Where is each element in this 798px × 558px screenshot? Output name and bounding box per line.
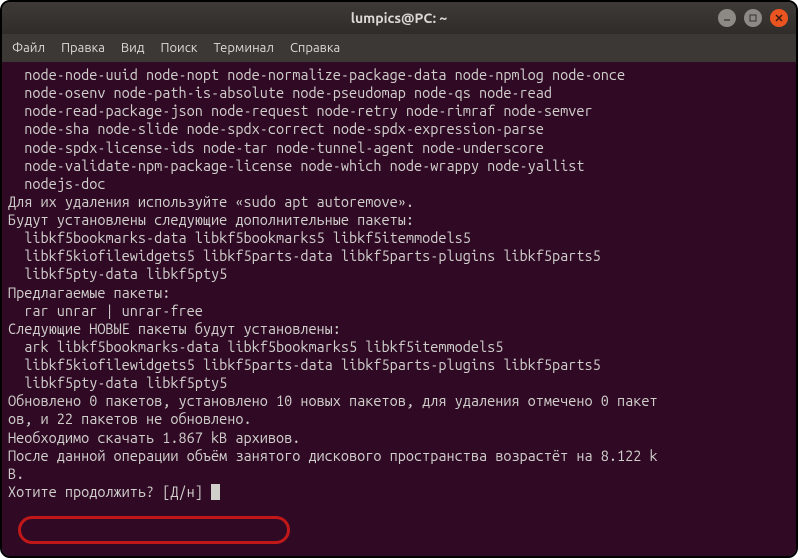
- terminal-line: node-sha node-slide node-spdx-correct no…: [8, 120, 790, 138]
- terminal-line: Обновлено 0 пакетов, установлено 10 новы…: [8, 392, 790, 410]
- terminal-line: Предлагаемые пакеты:: [8, 284, 790, 302]
- terminal-window: lumpics@PC: ~ Файл Правка Вид Поиск Терм…: [2, 2, 796, 556]
- cursor: [211, 484, 220, 500]
- close-button[interactable]: [770, 9, 788, 27]
- menu-help[interactable]: Справка: [290, 41, 340, 55]
- terminal-line: Будут установлены следующие дополнительн…: [8, 211, 790, 229]
- terminal-line: ark libkf5bookmarks-data libkf5bookmarks…: [8, 338, 790, 356]
- window-title: lumpics@PC: ~: [351, 10, 448, 26]
- terminal-output[interactable]: node-node-uuid node-nopt node-normalize-…: [2, 62, 796, 556]
- window-controls: [718, 9, 788, 27]
- maximize-icon: [748, 13, 758, 23]
- terminal-line: node-spdx-license-ids node-tar node-tunn…: [8, 139, 790, 157]
- terminal-line: После данной операции объём занятого дис…: [8, 447, 790, 465]
- minimize-icon: [722, 13, 732, 23]
- terminal-line: ов, и 22 пакетов не обновлено.: [8, 410, 790, 428]
- terminal-line: libkf5kiofilewidgets5 libkf5parts-data l…: [8, 247, 790, 265]
- terminal-line: rar unrar | unrar-free: [8, 302, 790, 320]
- terminal-line: B.: [8, 465, 790, 483]
- terminal-line: Для их удаления используйте «sudo apt au…: [8, 193, 790, 211]
- terminal-line: node-node-uuid node-nopt node-normalize-…: [8, 66, 790, 84]
- minimize-button[interactable]: [718, 9, 736, 27]
- terminal-line: libkf5pty-data libkf5pty5: [8, 374, 790, 392]
- menu-view[interactable]: Вид: [121, 41, 145, 55]
- menu-edit[interactable]: Правка: [61, 41, 105, 55]
- prompt-line: Хотите продолжить? [Д/н]: [8, 483, 211, 500]
- menubar: Файл Правка Вид Поиск Терминал Справка: [2, 34, 796, 62]
- terminal-line: node-read-package-json node-request node…: [8, 102, 790, 120]
- menu-file[interactable]: Файл: [12, 41, 45, 55]
- terminal-line: node-osenv node-path-is-absolute node-ps…: [8, 84, 790, 102]
- terminal-line: libkf5bookmarks-data libkf5bookmarks5 li…: [8, 229, 790, 247]
- terminal-line: Необходимо скачать 1.867 kB архивов.: [8, 429, 790, 447]
- terminal-line: node-validate-npm-package-license node-w…: [8, 157, 790, 175]
- terminal-line: Следующие НОВЫЕ пакеты будут установлены…: [8, 320, 790, 338]
- menu-terminal[interactable]: Терминал: [213, 41, 273, 55]
- terminal-line: libkf5pty-data libkf5pty5: [8, 265, 790, 283]
- terminal-line: nodejs-doc: [8, 175, 790, 193]
- maximize-button[interactable]: [744, 9, 762, 27]
- terminal-line: libkf5kiofilewidgets5 libkf5parts-data l…: [8, 356, 790, 374]
- titlebar: lumpics@PC: ~: [2, 2, 796, 34]
- close-icon: [774, 13, 784, 23]
- menu-search[interactable]: Поиск: [160, 41, 197, 55]
